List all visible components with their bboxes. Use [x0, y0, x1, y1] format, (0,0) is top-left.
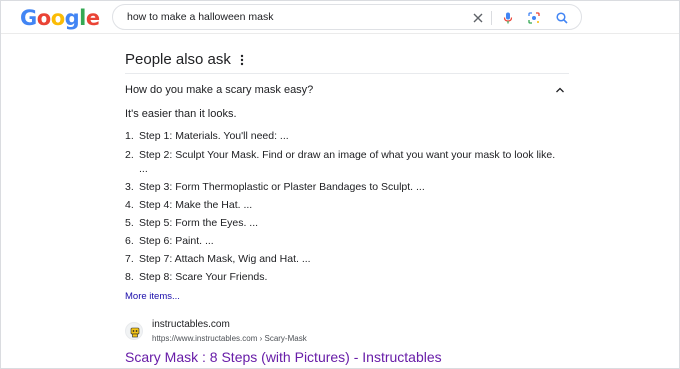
- browser-page: Google how to make a halloween mask Peop…: [0, 0, 680, 369]
- answer-intro: It's easier than it looks.: [125, 108, 237, 120]
- step-text: Step 5: Form the Eyes. ...: [139, 217, 259, 229]
- step-text: Step 1: Materials. You'll need: ...: [139, 130, 289, 142]
- step-number: 5.: [125, 217, 134, 229]
- step-text: Step 4: Make the Hat. ...: [139, 199, 253, 211]
- more-options-icon[interactable]: [237, 52, 247, 68]
- result-site-name[interactable]: instructables.com: [152, 319, 230, 331]
- chevron-up-icon[interactable]: [554, 84, 566, 96]
- instructables-robot-icon: [130, 327, 140, 338]
- logo-letter-o2: o: [50, 6, 65, 30]
- step-text: Step 8: Scare Your Friends.: [139, 271, 268, 283]
- logo-letter-l: l: [79, 6, 86, 30]
- step-text: Step 7: Attach Mask, Wig and Hat. ...: [139, 253, 311, 265]
- site-favicon: [125, 322, 143, 340]
- search-input[interactable]: how to make a halloween mask: [127, 11, 274, 24]
- step-number: 7.: [125, 253, 134, 265]
- paa-divider: [125, 73, 569, 74]
- paa-title: People also ask: [125, 51, 231, 68]
- search-icon[interactable]: [555, 11, 569, 25]
- google-logo[interactable]: Google: [20, 6, 100, 30]
- result-title-link[interactable]: Scary Mask : 8 Steps (with Pictures) - I…: [125, 348, 442, 366]
- logo-letter-g2: g: [64, 6, 80, 30]
- step-number: 1.: [125, 130, 134, 142]
- logo-letter-o1: o: [36, 6, 51, 30]
- step-text: Step 2: Sculpt Your Mask. Find or draw a…: [139, 149, 556, 175]
- more-items-link[interactable]: More items...: [125, 291, 180, 303]
- step-number: 6.: [125, 235, 134, 247]
- result-url[interactable]: https://www.instructables.com › Scary-Ma…: [152, 334, 307, 344]
- step-number: 8.: [125, 271, 134, 283]
- close-icon[interactable]: [471, 11, 485, 25]
- logo-letter-g: G: [20, 6, 37, 30]
- search-divider: [491, 11, 492, 25]
- search-header: Google how to make a halloween mask: [1, 1, 679, 34]
- paa-question[interactable]: How do you make a scary mask easy?: [125, 83, 313, 97]
- lens-icon[interactable]: [527, 11, 541, 25]
- step-number: 4.: [125, 199, 134, 211]
- step-text: Step 3: Form Thermoplastic or Plaster Ba…: [139, 181, 425, 193]
- search-box[interactable]: how to make a halloween mask: [112, 4, 582, 30]
- step-text: Step 6: Paint. ...: [139, 235, 214, 247]
- mic-icon[interactable]: [501, 11, 515, 25]
- step-number: 2.: [125, 149, 134, 161]
- step-number: 3.: [125, 181, 134, 193]
- logo-letter-e: e: [85, 6, 100, 30]
